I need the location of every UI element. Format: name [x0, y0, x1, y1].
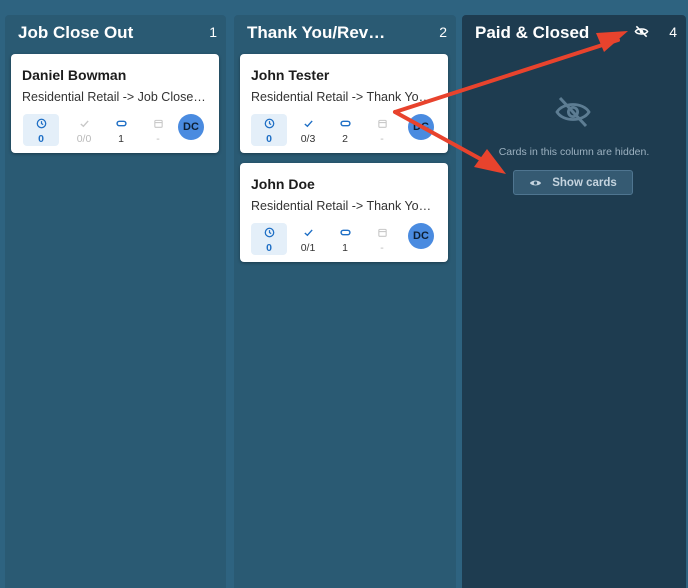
- calendar-icon: [153, 119, 163, 128]
- avatar[interactable]: DC: [178, 114, 204, 140]
- column-count: 4: [669, 24, 677, 40]
- column-paid-closed: Paid & Closed 4 Cards in this column are…: [462, 15, 686, 588]
- attachments-value: 1: [118, 133, 124, 145]
- paperclip-icon: [339, 229, 351, 236]
- column-header: Thank You/Review 2: [234, 15, 456, 51]
- timer-stat[interactable]: 0: [251, 223, 287, 255]
- column-header: Paid & Closed 4: [462, 15, 686, 51]
- date-value: -: [156, 133, 160, 145]
- card-john-tester[interactable]: John Tester Residential Retail -> Thank …: [240, 54, 448, 153]
- eye-off-icon[interactable]: [634, 24, 649, 39]
- check-icon: [303, 120, 313, 128]
- tasks-stat[interactable]: 0/3: [290, 114, 326, 146]
- paperclip-icon: [115, 120, 127, 127]
- timer-value: 0: [266, 242, 272, 254]
- timer-value: 0: [38, 133, 44, 145]
- calendar-icon: [377, 228, 387, 237]
- card-subtitle: Residential Retail -> Thank You Email: [251, 199, 436, 213]
- column-job-close-out: Job Close Out 1 Daniel Bowman Residentia…: [5, 15, 226, 588]
- attachments-stat[interactable]: 1: [327, 223, 363, 255]
- paperclip-icon: [339, 120, 351, 127]
- card-name: John Doe: [251, 176, 315, 192]
- tasks-value: 0/0: [76, 133, 92, 145]
- eye-off-icon: [555, 96, 591, 128]
- timer-stat[interactable]: 0: [251, 114, 287, 146]
- attachments-stat[interactable]: 1: [103, 114, 139, 146]
- card-subtitle: Residential Retail -> Thank You E: [251, 90, 436, 104]
- attachments-stat[interactable]: 2: [327, 114, 363, 146]
- show-cards-button[interactable]: Show cards: [513, 170, 633, 195]
- tasks-value: 0/3: [300, 133, 316, 145]
- clock-icon: [36, 118, 46, 129]
- clock-icon: [264, 118, 274, 129]
- column-title: Thank You/Review: [247, 23, 387, 42]
- kanban-board: Job Close Out 1 Daniel Bowman Residentia…: [0, 0, 688, 588]
- tasks-stat[interactable]: 0/0: [66, 114, 102, 146]
- date-stat[interactable]: -: [140, 114, 176, 146]
- date-value: -: [380, 242, 384, 254]
- show-cards-label: Show cards: [552, 176, 617, 189]
- avatar[interactable]: DC: [408, 114, 434, 140]
- date-stat[interactable]: -: [364, 114, 400, 146]
- column-title: Job Close Out: [18, 23, 134, 42]
- calendar-icon: [377, 119, 387, 128]
- clock-icon: [264, 227, 274, 238]
- timer-value: 0: [266, 133, 272, 145]
- card-john-doe[interactable]: John Doe Residential Retail -> Thank You…: [240, 163, 448, 262]
- column-thank-you-review: Thank You/Review 2 John Tester Residenti…: [234, 15, 456, 588]
- check-icon: [79, 120, 89, 128]
- timer-stat[interactable]: 0: [23, 114, 59, 146]
- date-stat[interactable]: -: [364, 223, 400, 255]
- date-value: -: [380, 133, 384, 145]
- column-header: Job Close Out 1: [5, 15, 226, 51]
- card-daniel-bowman[interactable]: Daniel Bowman Residential Retail -> Job …: [11, 54, 219, 153]
- column-title: Paid & Closed: [475, 23, 590, 42]
- attachments-value: 1: [342, 242, 348, 254]
- hidden-cards-message: Cards in this column are hidden.: [498, 146, 650, 158]
- tasks-value: 0/1: [300, 242, 316, 254]
- card-subtitle: Residential Retail -> Job Close Out: [22, 90, 207, 104]
- card-name: John Tester: [251, 67, 330, 83]
- column-count: 1: [209, 24, 217, 40]
- column-count: 2: [439, 24, 447, 40]
- card-name: Daniel Bowman: [22, 67, 127, 83]
- attachments-value: 2: [342, 133, 348, 145]
- check-icon: [303, 229, 313, 237]
- eye-icon: [530, 180, 542, 185]
- avatar[interactable]: DC: [408, 223, 434, 249]
- tasks-stat[interactable]: 0/1: [290, 223, 326, 255]
